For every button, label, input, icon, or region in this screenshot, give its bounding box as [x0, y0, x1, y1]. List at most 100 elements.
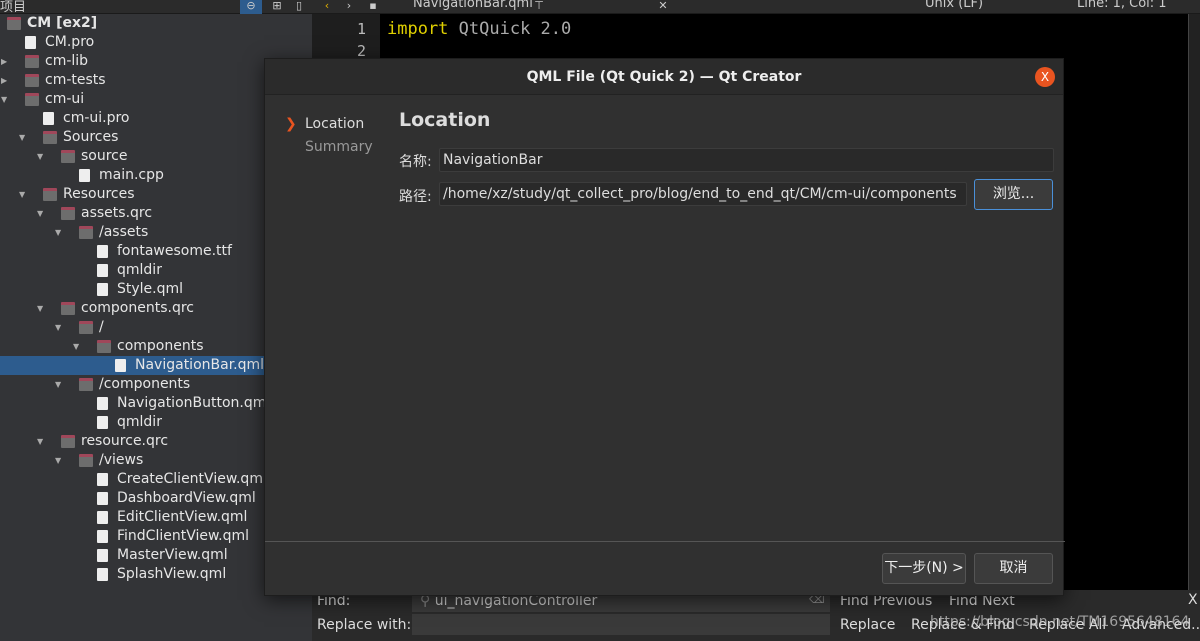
line-ending-select[interactable]: Unix (LF) — [925, 0, 983, 11]
tree-item-label: /assets — [99, 224, 149, 240]
new-file-dialog: QML File (Qt Quick 2) — Qt Creator X ❯ Lo… — [264, 58, 1065, 596]
tree-item-label: resource.qrc — [81, 433, 169, 449]
folder-icon — [79, 454, 93, 467]
step-label: Summary — [305, 139, 373, 155]
name-input[interactable]: NavigationBar — [439, 148, 1054, 172]
forward-icon[interactable]: › — [338, 0, 360, 14]
tree-item[interactable]: ▼CM [ex2] — [0, 14, 312, 33]
tree-item-label: components — [117, 338, 204, 354]
code-line[interactable]: import QtQuick 2.0 — [387, 19, 571, 39]
browse-button[interactable]: 浏览... — [974, 179, 1053, 210]
tree-item-label: Sources — [63, 129, 119, 145]
divider — [265, 541, 1065, 542]
tree-item-label: components.qrc — [81, 300, 194, 316]
expand-arrow-icon[interactable]: ▼ — [55, 375, 65, 394]
folder-icon — [79, 378, 93, 391]
tree-item-label: /views — [99, 452, 144, 468]
project-icon — [25, 74, 39, 87]
file-icon — [97, 416, 108, 429]
expand-arrow-icon[interactable]: ▶ — [1, 71, 11, 90]
tree-item-label: CM.pro — [45, 34, 95, 50]
folder-icon — [79, 226, 93, 239]
folder-icon — [43, 131, 57, 144]
tree-item-label: qmldir — [117, 262, 162, 278]
expand-arrow-icon[interactable]: ▼ — [19, 128, 29, 147]
file-icon — [97, 549, 108, 562]
tree-item-label: NavigationBar.qml — [135, 357, 265, 373]
tree-item-label: DashboardView.qml — [117, 490, 256, 506]
file-icon — [97, 264, 108, 277]
path-input[interactable]: /home/xz/study/qt_collect_pro/blog/end_t… — [439, 182, 967, 206]
expand-arrow-icon[interactable]: ▼ — [37, 432, 47, 451]
qrc-icon — [61, 207, 75, 220]
lock-icon: ▪ — [369, 0, 377, 12]
expand-arrow-icon[interactable]: ▼ — [55, 318, 65, 337]
close-sidebar-icon[interactable]: ▯ — [288, 0, 310, 14]
code-text: QtQuick 2.0 — [448, 19, 572, 39]
file-icon — [97, 530, 108, 543]
step-location: ❯ Location — [285, 113, 373, 136]
project-icon — [7, 17, 21, 30]
expand-arrow-icon[interactable]: ▼ — [37, 299, 47, 318]
file-icon — [97, 492, 108, 505]
link-icon[interactable]: ⊖ — [240, 0, 262, 14]
next-button[interactable]: 下一步(N) > — [882, 553, 966, 584]
close-find-icon[interactable]: X — [1188, 592, 1198, 608]
tree-item-label: assets.qrc — [81, 205, 153, 221]
cursor-position[interactable]: Line: 1, Col: 1 — [1077, 0, 1167, 11]
folder-icon — [43, 188, 57, 201]
expand-arrow-icon[interactable]: ▼ — [37, 204, 47, 223]
replace-input[interactable] — [412, 614, 830, 635]
cancel-button[interactable]: 取消 — [974, 553, 1053, 584]
code-keyword: import — [387, 19, 449, 39]
tree-item-label: MasterView.qml — [117, 547, 228, 563]
replace-label: Replace with: — [317, 617, 412, 633]
file-icon — [115, 359, 126, 372]
tree-item-label: / — [99, 319, 104, 335]
qrc-icon — [61, 435, 75, 448]
close-editor-icon[interactable]: ✕ — [652, 0, 674, 14]
tree-item-label: FindClientView.qml — [117, 528, 250, 544]
expand-arrow-icon[interactable]: ▼ — [37, 147, 47, 166]
replace-button[interactable]: Replace — [840, 617, 895, 633]
tree-item-label: NavigationButton.qml — [117, 395, 271, 411]
tree-item-label: qmldir — [117, 414, 162, 430]
file-icon — [97, 397, 108, 410]
path-label: 路径: — [399, 189, 432, 205]
tree-item-label: main.cpp — [99, 167, 164, 183]
tree-item-label: Resources — [63, 186, 135, 202]
watermark: https://blog.csdn.net/TM1695648164 — [930, 614, 1190, 630]
expand-arrow-icon[interactable]: ▼ — [1, 90, 11, 109]
page-heading: Location — [399, 109, 491, 131]
tree-item-label: source — [81, 148, 128, 164]
line-number: 1 — [356, 20, 366, 38]
tree-item-label: cm-tests — [45, 72, 106, 88]
file-icon — [97, 473, 108, 486]
step-label: Location — [305, 116, 365, 132]
tree-item[interactable]: CM.pro — [0, 33, 312, 52]
editor-tab[interactable]: NavigationBar.qml — [413, 0, 533, 11]
file-icon — [25, 36, 36, 49]
top-toolbar: 项目 ⊤ ⊖ ⊞ ▯ ‹ › ▪ NavigationBar.qml ✕ Uni… — [0, 0, 1200, 15]
wizard-steps: ❯ Location Summary — [285, 113, 373, 159]
tree-item-label: SplashView.qml — [117, 566, 227, 582]
file-icon — [97, 568, 108, 581]
vertical-scrollbar[interactable] — [1188, 14, 1200, 590]
expand-arrow-icon[interactable]: ▼ — [73, 337, 83, 356]
expand-arrow-icon[interactable]: ▼ — [19, 185, 29, 204]
split-icon[interactable]: ⊞ — [266, 0, 288, 14]
expand-arrow-icon[interactable]: ▶ — [1, 52, 11, 71]
expand-arrow-icon[interactable]: ▼ — [55, 223, 65, 242]
tree-item-label: /components — [99, 376, 191, 392]
qrc-icon — [61, 302, 75, 315]
back-icon[interactable]: ‹ — [316, 0, 338, 14]
expand-arrow-icon[interactable]: ▼ — [55, 451, 65, 470]
folder-icon — [97, 340, 111, 353]
file-icon — [43, 112, 54, 125]
file-icon — [79, 169, 90, 182]
file-icon — [97, 283, 108, 296]
step-summary: Summary — [285, 136, 373, 159]
tree-item-label: cm-ui — [45, 91, 85, 107]
close-dialog-button[interactable]: X — [1035, 67, 1055, 87]
tree-item-label: cm-ui.pro — [63, 110, 130, 126]
